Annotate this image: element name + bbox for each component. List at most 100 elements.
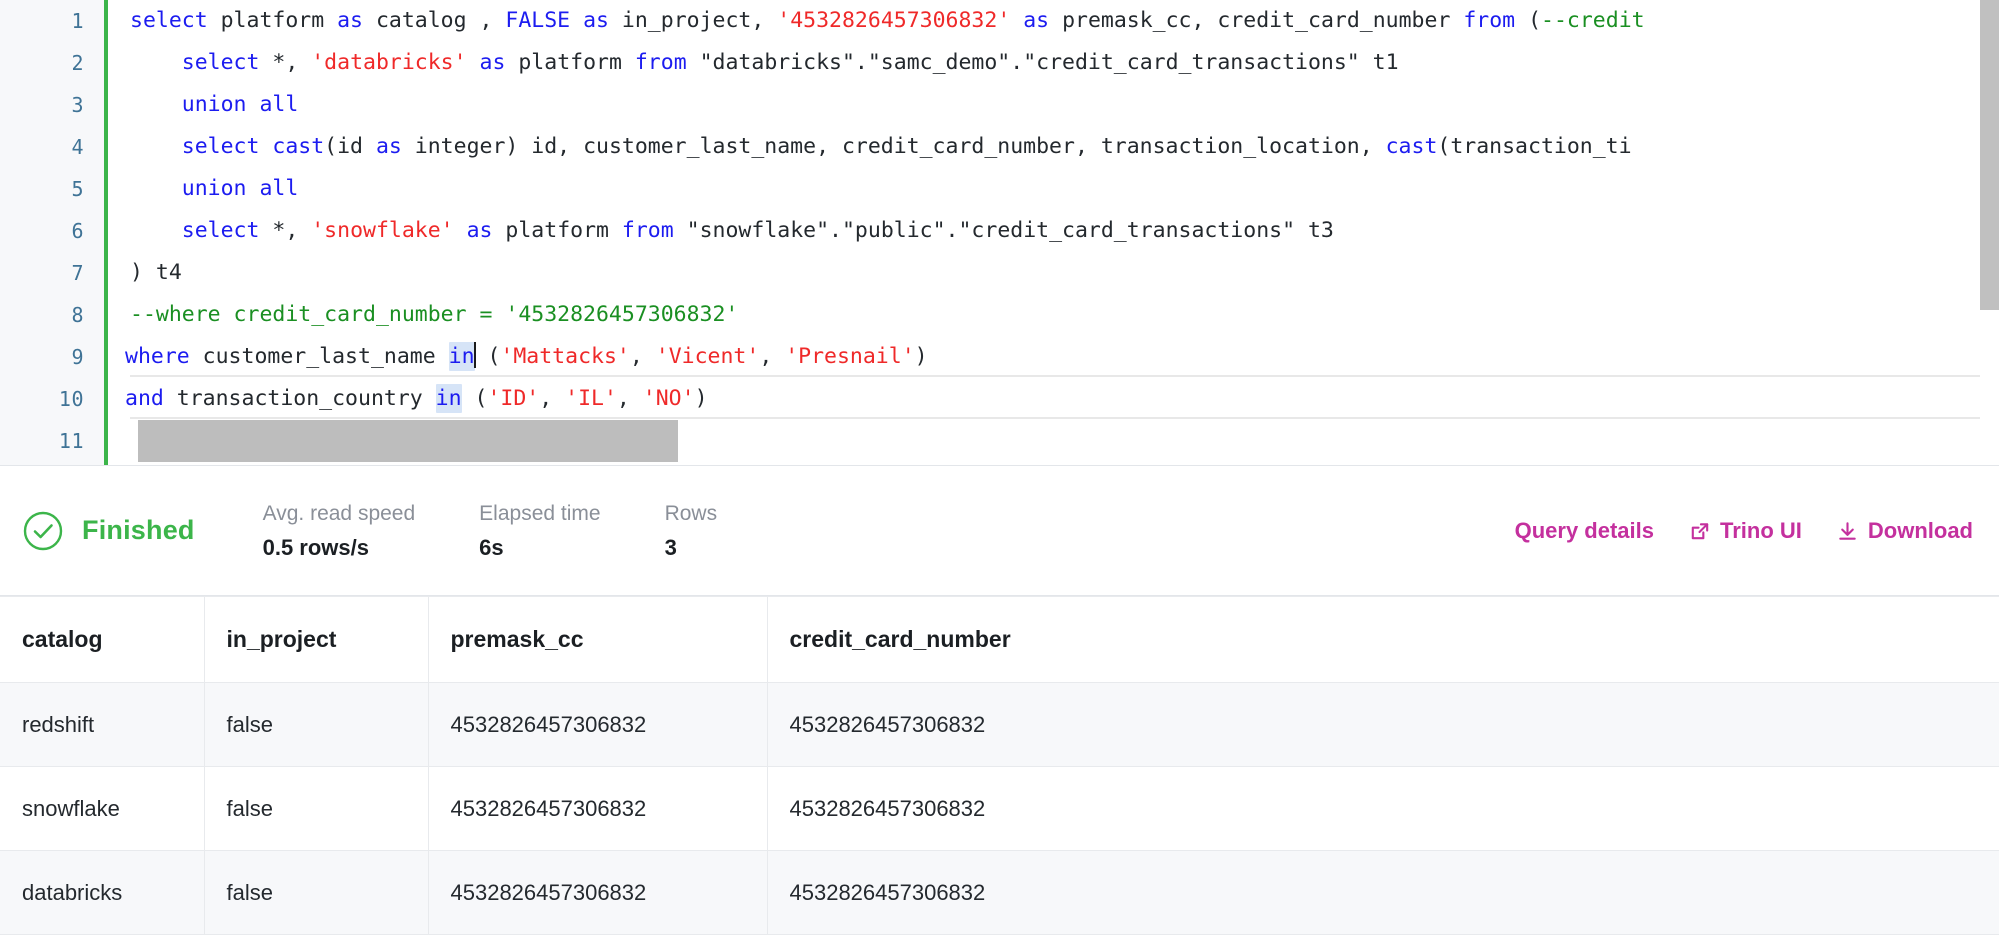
trino-ui-label: Trino UI [1720,518,1802,543]
code-token: select [130,8,221,33]
code-token: , [539,386,566,411]
line-number: 9 [71,345,84,369]
code-token: 'databricks' [311,50,480,75]
code-token: 'IL' [565,386,617,411]
query-editor-page: 1 2 3 4 5 6 7 8 9 10 11 select platform as catalog… [0,0,1999,952]
code-token: from [634,50,700,75]
query-results-table-container[interactable]: catalog in_project premask_cc credit_card_n… [0,596,1999,952]
column-header[interactable]: in_project [204,596,429,683]
code-token: premask_cc, credit_card_number [1062,8,1464,33]
code-token: --where credit_card_number = '4532826457… [130,302,739,327]
stat-label: Rows [664,501,718,525]
code-token: from [1463,8,1529,33]
line-number: 3 [71,93,84,117]
table-body: redshift false 4532826457306832 45328264573… [0,682,1999,935]
code-line[interactable]: select *, 'snowflake' as platform from "… [108,210,1999,252]
editor-code-area[interactable]: select platform as catalog , FALSE as in… [108,0,1999,465]
code-token: , [629,344,656,369]
code-token: cast [272,134,325,159]
table-cell: redshift [0,682,205,767]
table-cell: false [204,682,429,767]
code-token: ( [474,344,501,369]
line-number: 1 [71,9,84,33]
query-actions: Query details Trino UI Download [1515,466,1973,596]
code-token: select [130,134,273,159]
query-status-group: Finished [0,510,195,552]
code-line[interactable]: order by 1 [108,420,1999,462]
stat-value: 6s [479,534,504,560]
line-number: 5 [71,177,84,201]
code-token: (transaction_ti [1437,134,1632,159]
stat-value: 0.5 rows/s [262,534,369,560]
code-token: union all [130,92,299,117]
code-line[interactable]: and transaction_country in ('ID', 'IL', … [108,378,1999,420]
table-row[interactable]: snowflake false 4532826457306832 4532826457… [0,766,1999,851]
code-token: ( [461,386,488,411]
code-token: cast [1385,134,1438,159]
line-number: 7 [71,261,84,285]
line-number: 8 [71,303,84,327]
download-button[interactable]: Download [1836,518,1973,544]
code-token: ) [694,386,708,411]
code-line[interactable]: where customer_last_name in ('Mattacks',… [108,336,1999,378]
external-link-icon [1688,520,1711,543]
code-line[interactable]: select *, 'databricks' as platform from … [108,42,1999,84]
line-separator [130,375,1999,377]
code-token: , [759,344,786,369]
column-header[interactable]: credit_card_number [767,596,1999,683]
code-line[interactable]: select cast(id as integer) id, customer_… [108,126,1999,168]
table-cell: 4532826457306832 [767,766,1999,851]
code-token: as [375,134,415,159]
code-line[interactable]: union all [108,168,1999,210]
code-token: from [621,218,687,243]
code-token: as [1023,8,1063,33]
column-header[interactable]: catalog [0,596,205,683]
code-token: as [466,218,506,243]
code-token: platform [505,218,622,243]
code-token: platform [220,8,338,33]
column-header[interactable]: premask_cc [428,596,768,683]
code-token: platform [518,50,635,75]
code-token: *, [272,50,312,75]
table-cell: 4532826457306832 [428,850,768,935]
code-token: select [130,50,273,75]
line-number: 11 [58,429,84,453]
code-token: as [583,8,622,33]
query-details-button[interactable]: Query details [1515,518,1654,544]
editor-scrollbar-thumb[interactable] [1980,0,1999,310]
table-header: catalog in_project premask_cc credit_card_n… [0,596,1999,683]
check-circle-icon [22,510,64,552]
code-line[interactable]: ) t4 [108,252,1999,294]
table-cell: 4532826457306832 [428,766,768,851]
code-token: as [479,50,519,75]
stat-elapsed-time: Elapsed time 6s [479,499,600,563]
code-token: '4532826457306832' [777,8,1024,33]
sql-editor[interactable]: 1 2 3 4 5 6 7 8 9 10 11 select platform as catalog… [0,0,1999,466]
download-label: Download [1867,518,1973,543]
code-token: catalog , [375,8,506,33]
table-row[interactable]: redshift false 4532826457306832 45328264573… [0,682,1999,767]
code-token: 'Presnail' [785,344,915,369]
table-cell: 4532826457306832 [767,850,1999,935]
code-token: and [125,386,177,411]
stat-label: Avg. read speed [262,501,416,525]
editor-vertical-scrollbar[interactable] [1980,0,1999,465]
table-cell: databricks [0,850,205,935]
trino-ui-button[interactable]: Trino UI [1688,518,1802,544]
code-token: 'snowflake' [311,218,467,243]
code-token: 'ID' [487,386,540,411]
code-token: customer_last_name [202,344,449,369]
code-token: --credit [1541,8,1645,33]
code-line[interactable]: union all [108,84,1999,126]
code-token: FALSE [505,8,584,33]
line-number: 10 [58,387,84,411]
code-line[interactable]: --where credit_card_number = '4532826457… [108,294,1999,336]
code-token: integer) id, customer_last_name, credit_… [414,134,1386,159]
code-line[interactable]: select platform as catalog , FALSE as in… [108,0,1999,42]
code-token: (id [324,134,376,159]
code-token: select [130,218,273,243]
line-number: 4 [71,135,84,159]
code-token: 'NO' [642,386,695,411]
highlighted-token: in [435,384,462,413]
table-row[interactable]: databricks false 4532826457306832 453282645… [0,850,1999,935]
